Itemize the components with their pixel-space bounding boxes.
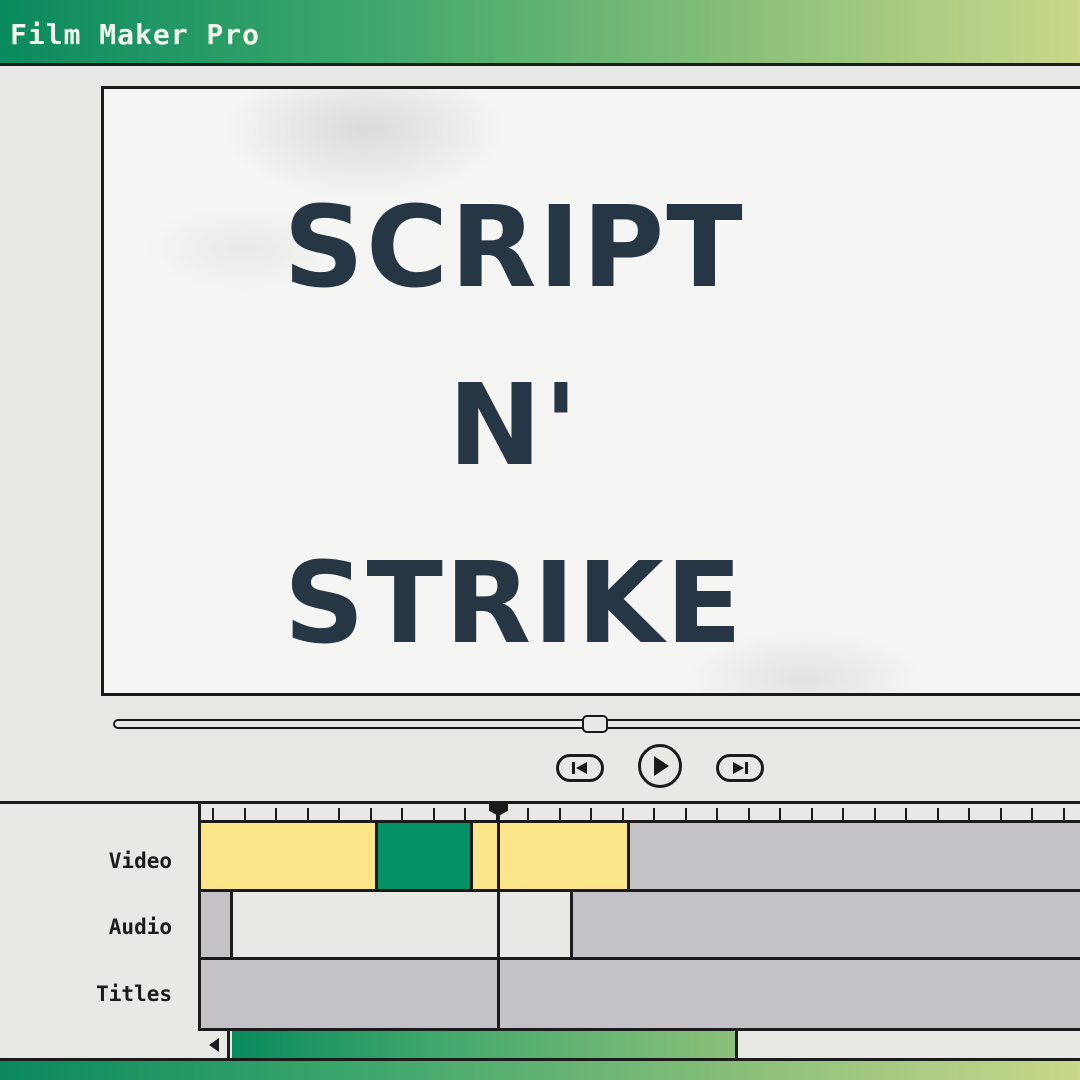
- ruler-tick: [685, 808, 687, 820]
- app-title: Film Maker Pro: [10, 18, 261, 51]
- ruler-tick: [464, 808, 466, 820]
- ruler-tick: [811, 808, 813, 820]
- play-button[interactable]: [638, 744, 682, 788]
- ruler-tick: [874, 808, 876, 820]
- video-empty-region: [630, 823, 1080, 889]
- track-label-audio: Audio: [108, 915, 172, 939]
- skip-forward-button[interactable]: [716, 754, 764, 782]
- timeline-ruler[interactable]: [200, 804, 1080, 820]
- audio-empty-region: [573, 892, 1080, 957]
- ruler-tick: [307, 808, 309, 820]
- audio-clip-1[interactable]: [233, 892, 573, 957]
- ruler-tick: [1031, 808, 1033, 820]
- preview-title-text: SCRIPT N' STRIKE: [274, 159, 754, 693]
- preview-line-3: STRIKE: [283, 539, 745, 669]
- ruler-tick: [244, 808, 246, 820]
- bottom-bar: [0, 1058, 1080, 1080]
- video-clip-1[interactable]: [201, 823, 378, 889]
- scroll-left-button[interactable]: [201, 1031, 230, 1058]
- ruler-tick: [622, 808, 624, 820]
- ruler-tick: [527, 808, 529, 820]
- ruler-tick: [590, 808, 592, 820]
- titles-empty-region: [201, 960, 1080, 1028]
- ruler-tick: [968, 808, 970, 820]
- ruler-tick: [779, 808, 781, 820]
- ruler-tick: [653, 808, 655, 820]
- ruler-tick: [937, 808, 939, 820]
- ruler-tick: [212, 808, 214, 820]
- skip-forward-icon: [733, 762, 748, 774]
- ruler-tick: [433, 808, 435, 820]
- ruler-tick: [1063, 808, 1065, 820]
- playhead-line[interactable]: [497, 804, 500, 1030]
- skip-back-icon: [572, 762, 587, 774]
- audio-empty-region: [201, 892, 233, 957]
- ruler-tick: [338, 808, 340, 820]
- ruler-tick: [275, 808, 277, 820]
- ruler-tick: [559, 808, 561, 820]
- ruler-tick: [716, 808, 718, 820]
- ruler-tick: [748, 808, 750, 820]
- ruler-tick: [905, 808, 907, 820]
- ruler-tick: [401, 808, 403, 820]
- scrollbar-thumb[interactable]: [232, 1031, 738, 1058]
- title-bar: Film Maker Pro: [0, 0, 1080, 66]
- track-label-titles: Titles: [96, 982, 172, 1006]
- preview-line-2: N': [447, 361, 581, 491]
- video-clip-2[interactable]: [378, 823, 473, 889]
- ruler-tick: [370, 808, 372, 820]
- video-preview: SCRIPT N' STRIKE: [101, 86, 1080, 696]
- ruler-tick: [842, 808, 844, 820]
- track-label-video: Video: [108, 849, 172, 873]
- play-icon: [654, 756, 669, 776]
- preview-line-1: SCRIPT: [283, 183, 745, 313]
- ruler-tick: [1000, 808, 1002, 820]
- triangle-left-icon: [209, 1037, 219, 1052]
- skip-back-button[interactable]: [556, 754, 604, 782]
- playback-scrubber-thumb[interactable]: [582, 715, 608, 733]
